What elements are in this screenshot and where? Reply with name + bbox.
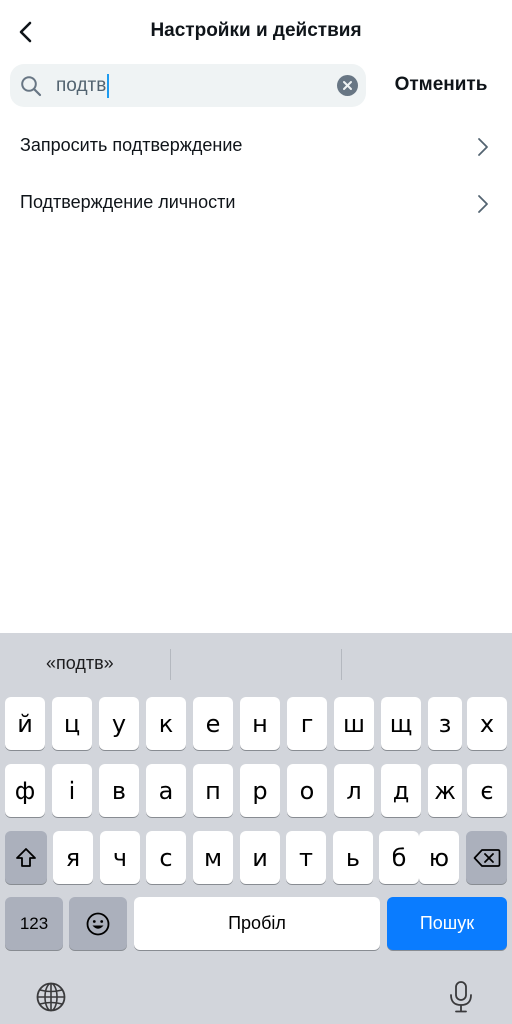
search-field[interactable]: подтв bbox=[10, 64, 366, 107]
key[interactable]: х bbox=[467, 697, 507, 750]
key[interactable]: о bbox=[287, 764, 327, 817]
text-caret bbox=[107, 73, 110, 98]
search-icon bbox=[21, 76, 42, 97]
suggestion-item[interactable]: «подтв» bbox=[46, 653, 114, 674]
key[interactable]: є bbox=[467, 764, 507, 817]
key[interactable]: б bbox=[379, 831, 419, 884]
key[interactable]: ц bbox=[52, 697, 92, 750]
chevron-right-icon bbox=[478, 138, 488, 156]
key[interactable]: і bbox=[52, 764, 92, 817]
key[interactable]: н bbox=[240, 697, 280, 750]
key[interactable]: ь bbox=[333, 831, 373, 884]
cancel-button[interactable]: Отменить bbox=[380, 74, 502, 96]
key[interactable]: ж bbox=[428, 764, 462, 817]
search-result-label: Подтверждение личности bbox=[20, 192, 236, 212]
suggestion-bar: «подтв» bbox=[0, 633, 512, 697]
shift-key[interactable] bbox=[5, 831, 47, 884]
suggestion-divider bbox=[341, 649, 342, 680]
key[interactable]: и bbox=[240, 831, 280, 884]
chevron-right-icon bbox=[478, 195, 488, 213]
search-result-item[interactable]: Запросить подтверждение bbox=[0, 119, 512, 176]
key[interactable]: к bbox=[146, 697, 186, 750]
numbers-key[interactable]: 123 bbox=[5, 897, 63, 950]
keyboard: «подтв» й ц у к е н г ш щ з х ф і в а п … bbox=[0, 633, 512, 1024]
search-result-item[interactable]: Подтверждение личности bbox=[0, 176, 512, 233]
key[interactable]: з bbox=[428, 697, 462, 750]
search-key[interactable]: Пошук bbox=[387, 897, 507, 950]
key[interactable]: я bbox=[53, 831, 93, 884]
microphone-icon bbox=[450, 981, 472, 1013]
page-title: Настройки и действия bbox=[150, 20, 362, 41]
key[interactable]: л bbox=[334, 764, 374, 817]
key[interactable]: г bbox=[287, 697, 327, 750]
key[interactable]: м bbox=[193, 831, 233, 884]
space-key[interactable]: Пробіл bbox=[134, 897, 380, 950]
key[interactable]: ф bbox=[5, 764, 45, 817]
globe-icon bbox=[36, 982, 66, 1012]
header: Настройки и действия bbox=[0, 0, 512, 64]
key[interactable]: а bbox=[146, 764, 186, 817]
clear-search-button[interactable] bbox=[337, 75, 358, 96]
dictation-button[interactable] bbox=[443, 979, 479, 1015]
key[interactable]: д bbox=[381, 764, 421, 817]
globe-button[interactable] bbox=[33, 979, 69, 1015]
key[interactable]: с bbox=[146, 831, 186, 884]
key[interactable]: у bbox=[99, 697, 139, 750]
key[interactable]: щ bbox=[381, 697, 421, 750]
key[interactable]: п bbox=[193, 764, 233, 817]
key[interactable]: й bbox=[5, 697, 45, 750]
emoji-icon bbox=[86, 912, 110, 935]
search-input[interactable]: подтв bbox=[56, 72, 110, 99]
key[interactable]: ч bbox=[100, 831, 140, 884]
key[interactable]: е bbox=[193, 697, 233, 750]
shift-icon bbox=[16, 847, 36, 867]
emoji-key[interactable] bbox=[69, 897, 127, 950]
suggestion-divider bbox=[170, 649, 171, 680]
key[interactable]: в bbox=[99, 764, 139, 817]
key[interactable]: р bbox=[240, 764, 280, 817]
search-query: подтв bbox=[56, 74, 107, 96]
key[interactable]: т bbox=[286, 831, 326, 884]
key[interactable]: ю bbox=[419, 831, 459, 884]
search-result-label: Запросить подтверждение bbox=[20, 135, 243, 155]
backspace-icon bbox=[473, 848, 500, 867]
close-icon bbox=[343, 81, 352, 90]
key[interactable]: ш bbox=[334, 697, 374, 750]
backspace-key[interactable] bbox=[466, 831, 507, 884]
